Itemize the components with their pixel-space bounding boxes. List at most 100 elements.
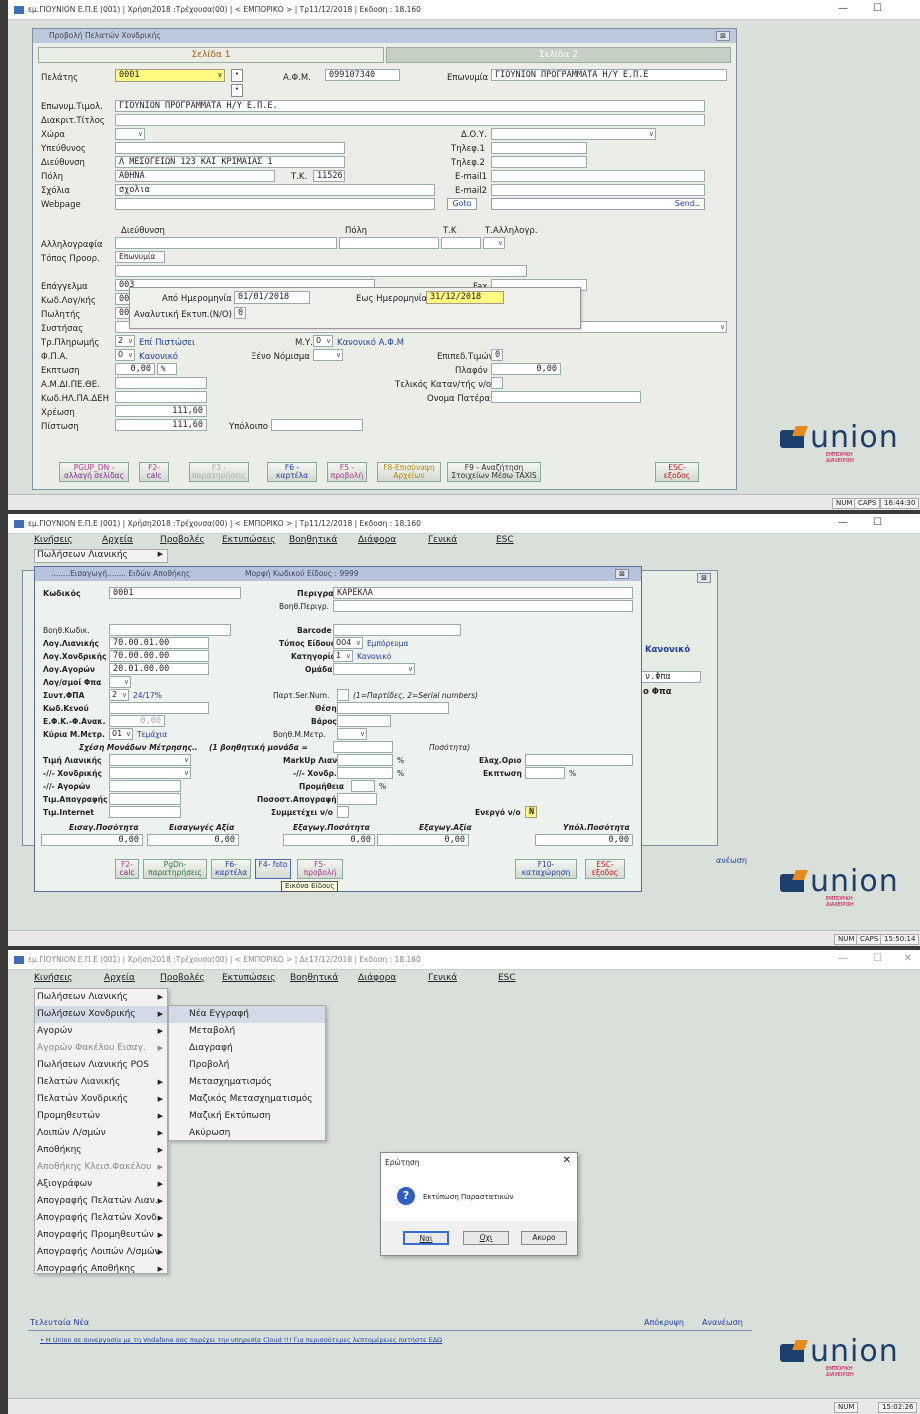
corr-tk-field[interactable]: [441, 237, 481, 249]
goto-button[interactable]: Goto: [447, 198, 477, 210]
submenu-retail-sales[interactable]: Πωλήσεων Λιανικής ▶: [34, 549, 168, 563]
submenu-transform[interactable]: Μετασχηματισμός: [169, 1074, 325, 1091]
send-button[interactable]: Send..: [491, 198, 705, 210]
acc-wholesale-field[interactable]: 70.00.00.00: [109, 650, 209, 662]
corr-select[interactable]: ∨: [483, 237, 505, 249]
menu-genika[interactable]: Γενικά: [428, 535, 457, 545]
discount-field[interactable]: 0,00: [115, 363, 155, 375]
payment-select[interactable]: 2 ∨: [115, 335, 135, 347]
menu-esc[interactable]: ESC: [498, 973, 516, 983]
inv-pct-field[interactable]: [337, 793, 377, 805]
minimize-icon[interactable]: —: [838, 953, 848, 964]
fpa-select[interactable]: 0 ∨: [115, 349, 135, 361]
maximize-icon[interactable]: ☐: [873, 3, 882, 14]
submenu-view[interactable]: Προβολή: [169, 1057, 325, 1074]
submenu-delete[interactable]: Διαγραφή: [169, 1040, 325, 1057]
esc-exit-button[interactable]: ESC-εξοδος: [655, 462, 699, 482]
vat-select[interactable]: 2 ∨: [109, 689, 129, 701]
menu-item-inv-suppliers[interactable]: Απογραφής Προμηθευτών ▶: [35, 1227, 167, 1244]
menu-provoles[interactable]: Προβολές: [160, 535, 205, 545]
city-field[interactable]: ΑΘΗΝΑ: [115, 170, 275, 182]
from-date-field[interactable]: 01/01/2018: [234, 291, 310, 304]
menu-item-retail-customers[interactable]: Πελατών Λιανικής ▶: [35, 1074, 167, 1091]
serial-field[interactable]: [337, 689, 349, 701]
close-icon[interactable]: ⊠: [697, 573, 711, 583]
menu-diafora[interactable]: Διάφορα: [358, 973, 396, 983]
acc-retail-field[interactable]: 70.00.01.00: [109, 637, 209, 649]
f5-view-button[interactable]: F5- προβολή: [297, 859, 343, 879]
pgdn-notes-button[interactable]: PgDn-παρατηρήσεις: [143, 859, 207, 879]
close-icon[interactable]: ⊠: [716, 31, 730, 41]
afm-field[interactable]: 099107340: [325, 69, 400, 81]
empty-code-field[interactable]: [109, 702, 209, 714]
minimize-icon[interactable]: —: [838, 3, 848, 14]
esc-exit-button[interactable]: ESC-εξοδος: [585, 859, 625, 879]
min-limit-field[interactable]: [525, 754, 633, 766]
refresh-link-bg[interactable]: ανέωση: [716, 856, 747, 865]
menu-item-inv-wholesale-customers[interactable]: Απογραφής Πελατών Χονδ. ▶: [35, 1210, 167, 1227]
aux-descr-field[interactable]: [333, 600, 633, 612]
f2-calc-button[interactable]: F2- calc: [115, 859, 139, 879]
webpage-field[interactable]: [115, 198, 435, 210]
price-internet-field[interactable]: [109, 806, 181, 818]
minimize-icon[interactable]: —: [838, 517, 848, 528]
menu-item-retail-sales[interactable]: Πωλήσεων Λιανικής ▶: [35, 989, 167, 1006]
category-select[interactable]: 1 ∨: [333, 650, 353, 662]
menu-item-wholesale-sales[interactable]: Πωλήσεων Χονδρικής ▶: [35, 1006, 167, 1023]
participation-field[interactable]: [337, 806, 349, 818]
hide-link[interactable]: Απόκρυψη: [644, 1318, 684, 1327]
disc-title-field[interactable]: [115, 114, 705, 126]
cancel-button[interactable]: Ακυρο: [521, 1231, 567, 1245]
menu-item-purchases[interactable]: Αγορών ▶: [35, 1023, 167, 1040]
corr-address-field[interactable]: [115, 237, 337, 249]
f4-foto-button[interactable]: F4- foto: [255, 859, 291, 879]
email2-field[interactable]: [491, 184, 705, 196]
plafond-field[interactable]: 0,00: [491, 363, 561, 375]
type-select[interactable]: 004 ∨: [333, 637, 363, 649]
markup-wholesale-field[interactable]: [337, 767, 393, 779]
submenu-new-entry[interactable]: Νέα Εγγραφή: [169, 1006, 325, 1023]
position-field[interactable]: [337, 702, 449, 714]
currency-select[interactable]: ∨: [313, 349, 343, 361]
menu-genika[interactable]: Γενικά: [428, 973, 457, 983]
f9-taxis-button[interactable]: F9 - Αναζήτηση Στοιχείων Μέσω TAXIS: [447, 462, 541, 482]
delivery-field[interactable]: Επωνυμία: [115, 251, 165, 263]
maximize-icon[interactable]: ☐: [873, 517, 882, 528]
menu-item-warehouse[interactable]: Αποθήκης ▶: [35, 1142, 167, 1159]
news-item[interactable]: • Η Union σε συνεργασία με τη Vodafone σ…: [40, 1336, 442, 1344]
amdipethe-field[interactable]: [115, 377, 207, 389]
name-field[interactable]: ΓΙΟΥΝΙΟΝ ΠΡΟΓΡΑΜΜΑΤΑ Η/Υ Ε.Π.Ε: [491, 69, 727, 81]
tel1-field[interactable]: [491, 142, 587, 154]
f6-card-button[interactable]: F6 - καρτέλα: [267, 462, 317, 482]
menu-arxeia[interactable]: Αρχεία: [102, 535, 133, 545]
refresh-link[interactable]: Ανανέωση: [702, 1318, 743, 1327]
markup-retail-field[interactable]: [337, 754, 393, 766]
menu-ektyposeis[interactable]: Εκτυπώσεις: [222, 973, 275, 983]
delivery-extra-field[interactable]: [115, 265, 527, 277]
comments-field[interactable]: σχολια: [115, 184, 435, 196]
tab-page-1[interactable]: Σελίδα 1: [38, 47, 384, 63]
lookup-down-button[interactable]: •: [231, 84, 243, 97]
analytic-field[interactable]: 0: [234, 307, 246, 319]
menu-item-securities[interactable]: Αξιογράφων ▶: [35, 1176, 167, 1193]
f2-calc-button[interactable]: F2- calc: [139, 462, 169, 482]
item-discount-field[interactable]: [525, 767, 565, 779]
menu-esc[interactable]: ESC: [496, 535, 514, 545]
commission-field[interactable]: [351, 780, 375, 792]
efk-field[interactable]: 0,00: [109, 715, 165, 727]
f6-card-button[interactable]: F6- καρτέλα: [211, 859, 251, 879]
email1-field[interactable]: [491, 170, 705, 182]
pgup-dn-button[interactable]: PGUP_DN - αλλαγή σελίδας: [59, 462, 129, 482]
tradename-field[interactable]: ΓΙΟΥΝΙΟΝ ΠΡΟΓΡΑΜΜΑΤΑ Η/Υ Ε.Π.Ε.: [115, 100, 705, 112]
myf-select[interactable]: 0 ∨: [313, 335, 333, 347]
price-retail-field[interactable]: ∨: [109, 754, 191, 766]
price-wholesale-field[interactable]: ∨: [109, 767, 191, 779]
f3-notes-button[interactable]: F3 - παρατηρήσεις: [189, 462, 249, 482]
descr-field[interactable]: ΚΑΡΕΚΛΑ: [333, 587, 633, 599]
final-consumer-field[interactable]: [491, 377, 503, 389]
menu-item-other-accounts[interactable]: Λοιπών Λ/σμών ▶: [35, 1125, 167, 1142]
submenu-mass-print[interactable]: Μαζική Εκτύπωση: [169, 1108, 325, 1125]
unit-select[interactable]: 01 ∨: [109, 728, 133, 740]
to-date-field[interactable]: 31/12/2018: [426, 291, 504, 304]
corr-city-field[interactable]: [339, 237, 439, 249]
